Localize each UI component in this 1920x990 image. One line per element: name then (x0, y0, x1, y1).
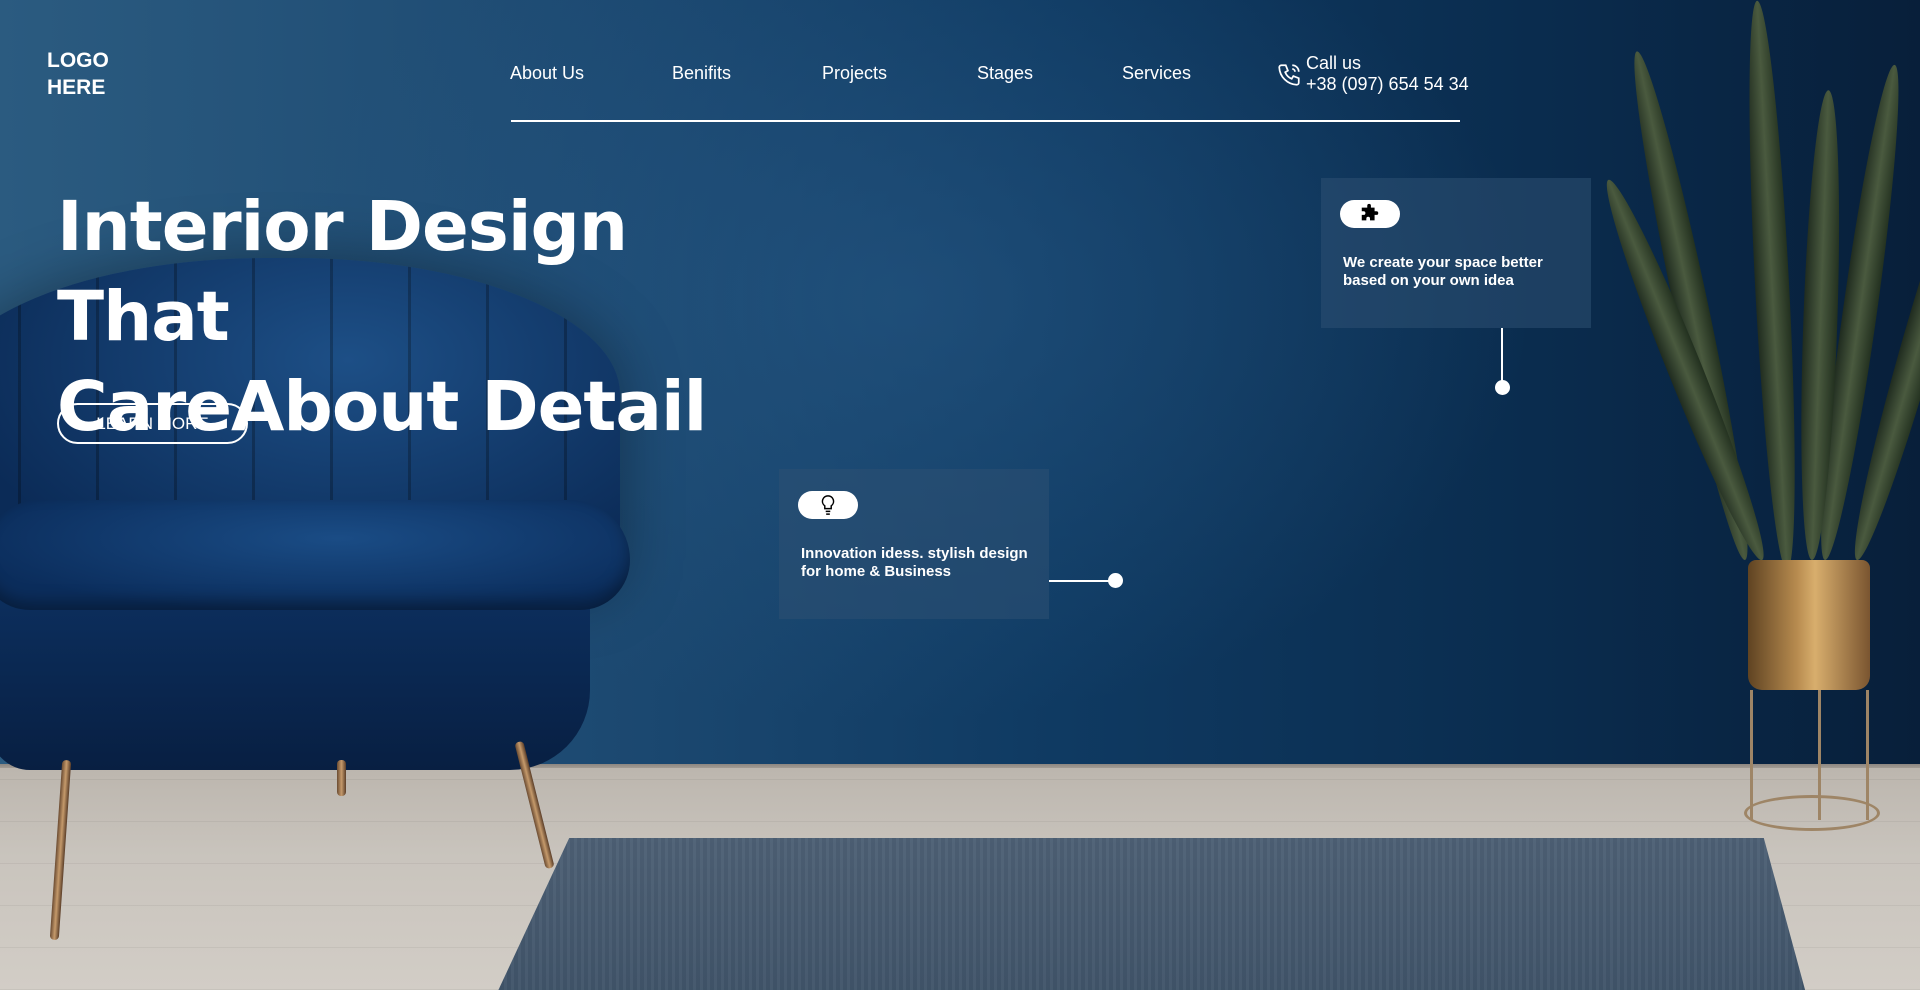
logo-line1: LOGO (47, 49, 109, 72)
armchair-base (0, 590, 590, 770)
nav-projects[interactable]: Projects (822, 63, 887, 84)
stand-leg (1750, 690, 1753, 820)
card-connector (1501, 328, 1503, 386)
nav-benifits[interactable]: Benifits (672, 63, 731, 84)
stand-ring (1744, 795, 1880, 831)
lightbulb-icon (821, 495, 835, 515)
logo-line2: HERE (47, 76, 106, 99)
learn-more-button[interactable]: LEARN MORE (57, 403, 248, 444)
nav-underline (511, 120, 1460, 122)
feature-card: We create your space better based on you… (1321, 178, 1591, 328)
chair-leg (337, 760, 346, 796)
phone-contact[interactable]: Call us +38 (097) 654 54 34 (1276, 53, 1469, 95)
nav-about-us[interactable]: About Us (510, 63, 584, 84)
plant-pot (1748, 560, 1870, 690)
feature-card: Innovation idess. stylish design for hom… (779, 469, 1049, 619)
phone-number[interactable]: +38 (097) 654 54 34 (1306, 74, 1469, 95)
card-text: Innovation idess. stylish design for hom… (801, 545, 1028, 580)
phone-icon (1278, 64, 1300, 86)
card-icon-pill (798, 491, 858, 519)
logo[interactable]: LOGO HERE (47, 47, 109, 101)
hotspot-dot[interactable] (1495, 380, 1510, 395)
card-connector (1049, 580, 1109, 582)
phone-label: Call us (1306, 53, 1362, 73)
card-icon-pill (1340, 200, 1400, 228)
puzzle-icon (1361, 203, 1379, 221)
nav-services[interactable]: Services (1122, 63, 1191, 84)
card-text: We create your space better based on you… (1343, 254, 1543, 289)
hero-title-line1: Interior Design That (57, 187, 628, 357)
stand-leg (1866, 690, 1869, 820)
hotspot-dot[interactable] (1108, 573, 1123, 588)
armchair-seat (0, 500, 630, 610)
nav-stages[interactable]: Stages (977, 63, 1033, 84)
rug (490, 838, 1810, 990)
